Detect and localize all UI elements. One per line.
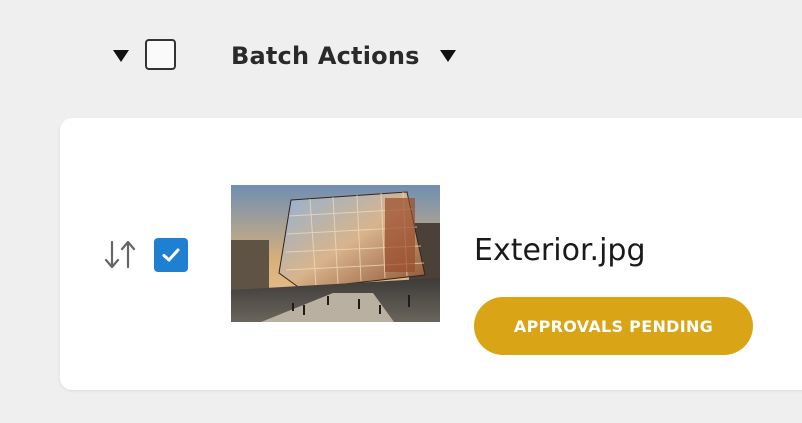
row-select-checkbox[interactable] [154, 238, 188, 272]
batch-actions-label: Batch Actions [231, 42, 420, 70]
select-all-checkbox[interactable] [145, 39, 176, 70]
status-badge: APPROVALS PENDING [474, 297, 753, 355]
sort-arrows-icon[interactable] [102, 238, 138, 274]
caret-down-icon [113, 50, 129, 62]
list-toolbar: Batch Actions [0, 0, 802, 115]
file-thumbnail[interactable] [231, 185, 440, 322]
caret-down-icon [439, 50, 456, 62]
file-name[interactable]: Exterior.jpg [474, 233, 646, 268]
batch-actions-dropdown[interactable]: Batch Actions [231, 36, 456, 76]
check-icon [162, 248, 180, 262]
select-all-menu-button[interactable] [111, 48, 131, 64]
